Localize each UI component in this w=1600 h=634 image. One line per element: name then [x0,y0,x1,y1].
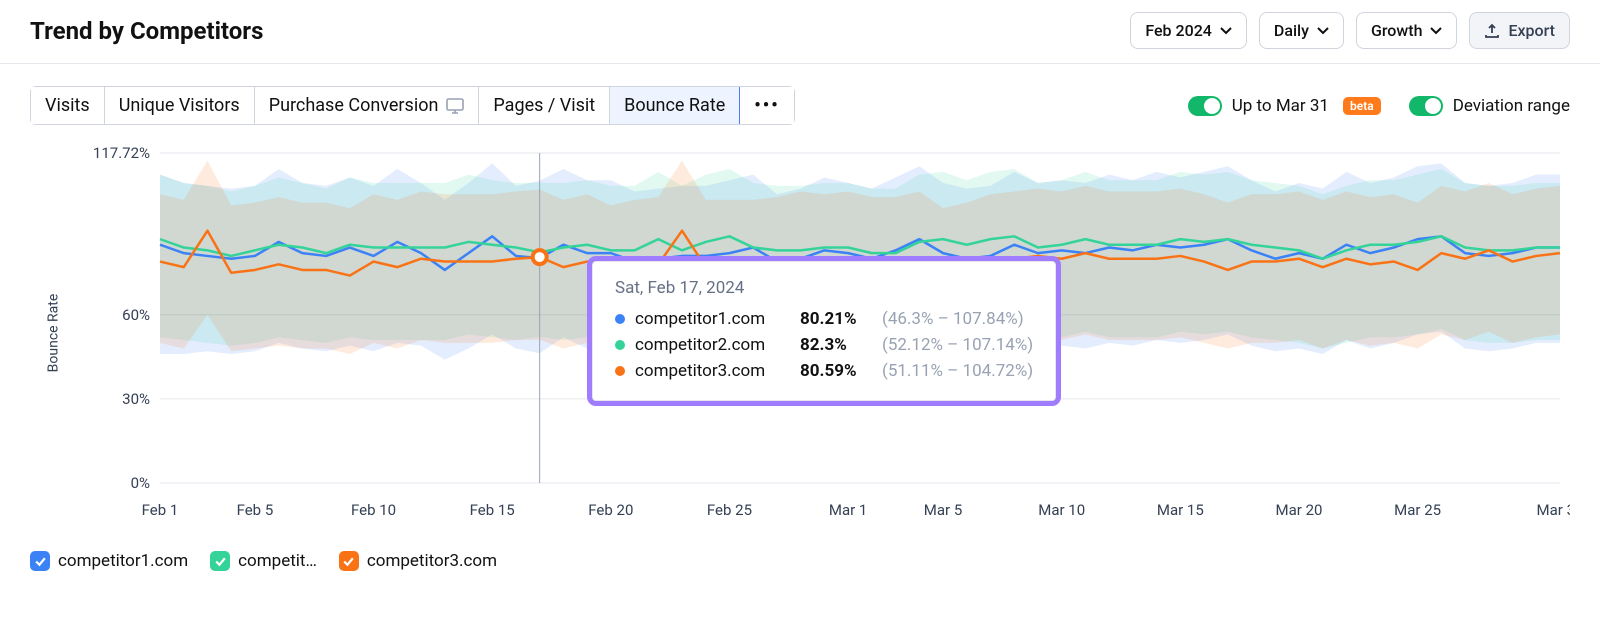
svg-text:Mar 25: Mar 25 [1394,501,1441,519]
tab-label: Visits [45,95,90,116]
date-range-dropdown[interactable]: Feb 2024 [1130,12,1247,49]
toggle-up-to-date[interactable]: Up to Mar 31 beta [1188,96,1381,116]
date-range-label: Feb 2024 [1145,21,1212,40]
svg-text:Feb 10: Feb 10 [351,501,396,519]
svg-text:0%: 0% [131,474,150,492]
svg-text:60%: 60% [122,306,150,324]
svg-text:117.72%: 117.72% [93,144,150,162]
legend-label: competit… [238,551,317,571]
tab-bounce-rate[interactable]: Bounce Rate [610,87,740,124]
chart-toggles: Up to Mar 31 beta Deviation range [1188,96,1570,116]
tab-more[interactable]: ••• [740,87,793,124]
svg-text:Feb 20: Feb 20 [588,501,633,519]
tab-label: Pages / Visit [493,95,595,116]
tooltip-series-name: competitor2.com [635,335,790,355]
y-axis-title: Bounce Rate [45,294,61,373]
legend-item[interactable]: competit… [210,551,317,571]
beta-badge: beta [1343,97,1381,115]
chevron-down-icon [1430,25,1442,37]
tooltip-value: 80.59% [800,361,872,381]
tooltip-row: competitor1.com 80.21% (46.3% – 107.84%) [615,306,1033,332]
series-dot-icon [615,340,625,350]
svg-text:Mar 31: Mar 31 [1537,501,1570,519]
svg-text:Feb 1: Feb 1 [142,501,179,519]
tooltip-date: Sat, Feb 17, 2024 [615,278,1033,298]
chevron-down-icon [1317,25,1329,37]
desktop-icon [446,98,464,114]
svg-text:Mar 10: Mar 10 [1038,501,1085,519]
svg-text:Feb 5: Feb 5 [237,501,274,519]
tab-label: Bounce Rate [624,95,725,116]
svg-text:Mar 15: Mar 15 [1157,501,1204,519]
svg-text:Mar 20: Mar 20 [1276,501,1323,519]
series-dot-icon [615,314,625,324]
svg-text:Feb 25: Feb 25 [707,501,752,519]
tab-unique-visitors[interactable]: Unique Visitors [105,87,255,124]
legend-item[interactable]: competitor1.com [30,551,188,571]
tooltip-range: (46.3% – 107.84%) [882,309,1024,329]
tab-purchase-conversion[interactable]: Purchase Conversion [255,87,480,124]
chart-legend: competitor1.com competit… competitor3.co… [0,541,1600,591]
mode-dropdown[interactable]: Growth [1356,12,1458,49]
tooltip-value: 82.3% [800,335,872,355]
header-controls: Feb 2024 Daily Growth Export [1130,12,1570,49]
svg-text:Feb 15: Feb 15 [470,501,515,519]
mode-label: Growth [1371,21,1423,40]
legend-label: competitor1.com [58,551,188,571]
legend-label: competitor3.com [367,551,497,571]
upload-icon [1484,23,1500,39]
toggle-deviation-range[interactable]: Deviation range [1409,96,1570,116]
frequency-label: Daily [1274,21,1309,40]
metric-tabs: Visits Unique Visitors Purchase Conversi… [30,86,795,125]
legend-item[interactable]: competitor3.com [339,551,497,571]
tooltip-row: competitor2.com 82.3% (52.12% – 107.14%) [615,332,1033,358]
export-label: Export [1508,21,1555,40]
svg-text:30%: 30% [122,390,150,408]
tab-label: Unique Visitors [119,95,240,116]
checkbox-checked-icon [210,551,230,571]
tooltip-series-name: competitor3.com [635,361,790,381]
tooltip-series-name: competitor1.com [635,309,790,329]
ellipsis-icon: ••• [754,95,779,116]
frequency-dropdown[interactable]: Daily [1259,12,1344,49]
tooltip-value: 80.21% [800,309,872,329]
checkbox-checked-icon [339,551,359,571]
chevron-down-icon [1220,25,1232,37]
tooltip-range: (52.12% – 107.14%) [882,335,1033,355]
tab-label: Purchase Conversion [269,95,439,116]
page-title: Trend by Competitors [30,17,263,45]
series-dot-icon [615,366,625,376]
tab-visits[interactable]: Visits [31,87,105,124]
svg-text:Mar 5: Mar 5 [924,501,963,519]
tooltip-range: (51.11% – 104.72%) [882,361,1033,381]
toggle-label: Up to Mar 31 [1232,96,1329,116]
switch-on-icon [1409,96,1443,116]
svg-text:Mar 1: Mar 1 [829,501,868,519]
export-button[interactable]: Export [1469,12,1570,49]
checkbox-checked-icon [30,551,50,571]
tooltip-row: competitor3.com 80.59% (51.11% – 104.72%… [615,358,1033,384]
toggle-label: Deviation range [1453,96,1570,116]
tab-pages-per-visit[interactable]: Pages / Visit [479,87,610,124]
chart-tooltip: Sat, Feb 17, 2024 competitor1.com 80.21%… [592,261,1056,401]
switch-on-icon [1188,96,1222,116]
